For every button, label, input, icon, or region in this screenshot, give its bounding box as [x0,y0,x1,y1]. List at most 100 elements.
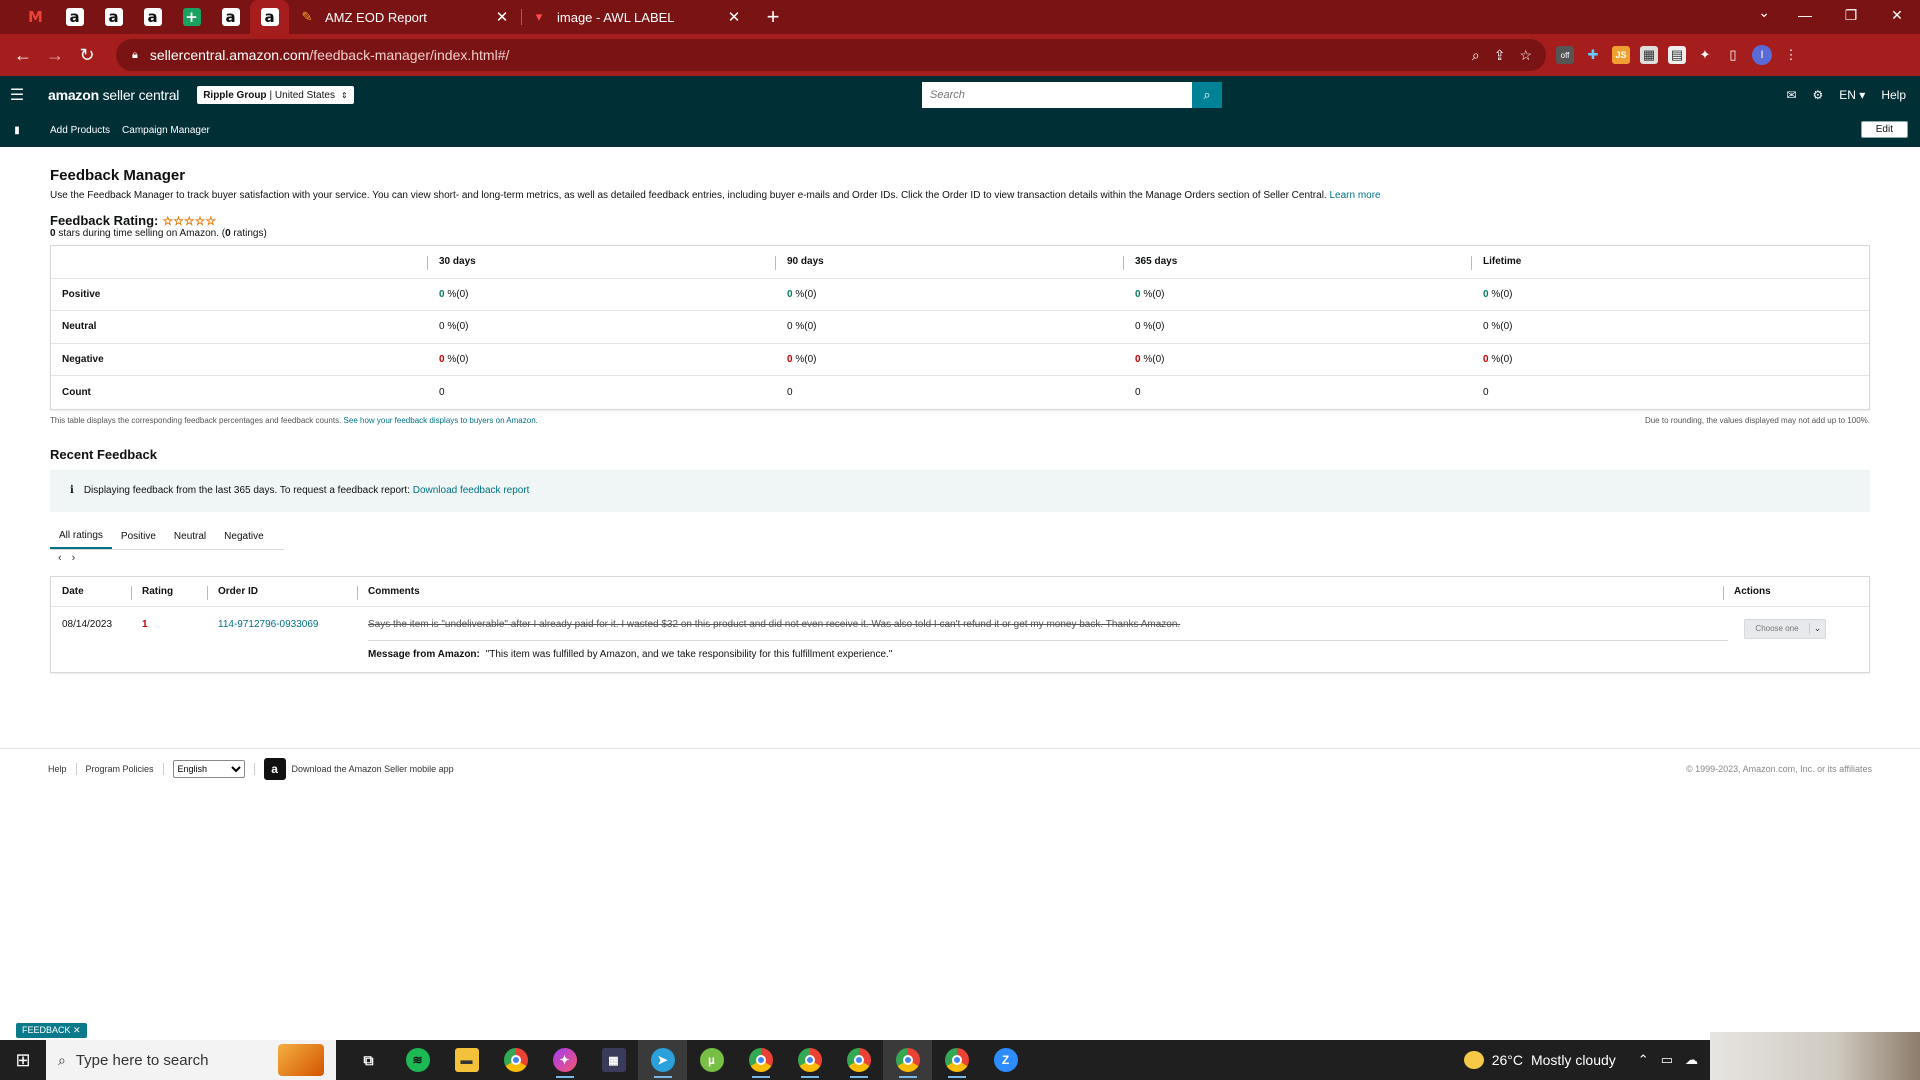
telegram-icon[interactable]: ➤ [638,1040,687,1080]
tab-amz-eod-report[interactable]: ✎ AMZ EOD Report ✕ [289,0,521,34]
order-id-link[interactable]: 114-9712796-0933069 [218,619,318,630]
summary-row-neutral: Neutral 0 %(0) 0 %(0) 0 %(0) 0 %(0) [51,311,1869,344]
extension-image-icon[interactable]: ▦ [1640,46,1658,64]
summary-cell: 0 %(0) [1483,353,1513,365]
campaign-manager-link[interactable]: Campaign Manager [122,125,210,136]
tab-all-ratings[interactable]: All ratings [50,524,112,549]
language-selector[interactable]: EN ▾ [1839,88,1865,102]
pinned-tab-amazon-4[interactable]: a [211,0,250,34]
column-header[interactable]: Date [51,586,131,597]
add-products-link[interactable]: Add Products [50,125,110,136]
extension-js-icon[interactable]: JS [1612,46,1630,64]
summary-header-row: 30 days 90 days 365 days Lifetime [51,246,1869,279]
tab-negative[interactable]: Negative [215,524,272,549]
pinned-tab-amazon-active[interactable]: a [250,0,289,34]
windows-start-icon[interactable]: ⊞ [0,1040,46,1080]
chevron-left-icon[interactable]: ‹ [58,552,62,564]
zoom-app-icon[interactable]: Z [981,1040,1030,1080]
chrome-profile-3-icon[interactable] [834,1040,883,1080]
rating-summary: 0 stars during time selling on Amazon. (… [50,228,1870,239]
edit-button[interactable]: Edit [1860,121,1908,138]
bookmark-icon[interactable]: ▮ [0,125,34,136]
seller-central-header: ☰ amazon seller central Ripple Group | U… [0,76,1920,114]
gear-icon[interactable]: ⚙ [1813,88,1824,102]
chevron-down-icon[interactable]: ⌄ [1758,4,1770,21]
footer-help-link[interactable]: Help [48,764,67,774]
forward-icon[interactable]: → [40,40,70,70]
messenger-icon[interactable]: ✦ [540,1040,589,1080]
weather-widget[interactable]: 26°C Mostly cloudy [1463,1051,1616,1069]
tab-neutral[interactable]: Neutral [165,524,215,549]
feedback-tag[interactable]: FEEDBACK ✕ [16,1023,87,1038]
chrome-profile-1-icon[interactable] [736,1040,785,1080]
pinned-tab-sheets[interactable]: + [172,0,211,34]
account-switcher[interactable]: Ripple Group | United States ⇕ [197,86,354,104]
pinned-tabs: M a a a + a a [0,0,289,34]
column-header[interactable]: Order ID [207,585,357,600]
buyer-display-link[interactable]: See how your feedback displays to buyers… [344,416,538,425]
extensions-puzzle-icon[interactable]: ✦ [1696,46,1714,64]
column-header[interactable]: Rating [131,585,207,600]
menu-icon[interactable]: ☰ [0,85,34,105]
chrome-profile-5-icon[interactable] [932,1040,981,1080]
side-panel-icon[interactable]: ▯ [1724,46,1742,64]
calculator-icon[interactable]: ▦ [589,1040,638,1080]
seller-central-logo[interactable]: amazon seller central [48,87,179,103]
download-app-link[interactable]: Download the Amazon Seller mobile app [292,764,454,774]
row-label: Count [62,386,91,398]
spotify-icon[interactable]: ≋ [393,1040,442,1080]
learn-more-link[interactable]: Learn more [1329,190,1380,201]
tab-awl-label[interactable]: ▾ image - AWL LABEL ✕ [521,0,753,34]
close-window-icon[interactable]: ✕ [1874,0,1920,30]
chevron-right-icon[interactable]: › [72,552,76,564]
zoom-icon[interactable]: ⌕ [1472,47,1480,64]
amazon-app-icon[interactable]: a [263,757,286,780]
minimize-icon[interactable]: — [1782,0,1828,30]
help-link[interactable]: Help [1881,88,1906,102]
download-report-link[interactable]: Download feedback report [413,485,530,496]
program-policies-link[interactable]: Program Policies [86,764,154,774]
chrome-profile-4-icon[interactable] [883,1040,932,1080]
pinned-tab-amazon-3[interactable]: a [133,0,172,34]
close-icon[interactable]: ✕ [493,8,511,26]
column-header: Comments [357,585,1723,600]
struck-comment: Says the item is "undeliverable" after I… [368,619,1728,641]
language-select[interactable]: English [172,759,245,778]
chrome-profile-2-icon[interactable] [785,1040,834,1080]
chevron-up-icon[interactable]: ⌃ [1638,1052,1649,1068]
chrome-icon[interactable] [491,1040,540,1080]
page-footer: Help Program Policies English a Download… [0,748,1920,788]
lock-icon[interactable]: 🔒︎ [132,49,138,62]
file-explorer-icon[interactable]: ▬ [442,1040,491,1080]
pinned-tab-amazon-1[interactable]: a [55,0,94,34]
search-input[interactable] [922,82,1192,108]
device-icon[interactable]: ▭ [1661,1052,1673,1068]
profile-avatar[interactable]: I [1752,45,1772,65]
utorrent-icon[interactable]: µ [687,1040,736,1080]
search-icon[interactable]: ⌕ [1192,82,1222,108]
restore-icon[interactable]: ❐ [1828,0,1874,30]
back-icon[interactable]: ← [8,40,38,70]
mail-icon[interactable]: ✉ [1786,88,1796,102]
address-bar[interactable]: 🔒︎ sellercentral.amazon.com/feedback-man… [116,39,1546,71]
pinned-tab-gmail[interactable]: M [16,0,55,34]
page-title: Feedback Manager [50,167,186,184]
cloud-icon[interactable]: ☁ [1685,1052,1698,1068]
summary-cell: 0 [1135,386,1141,398]
amazon-message-text: "This item was fulfilled by Amazon, and … [485,648,893,660]
bookmark-star-icon[interactable]: ☆ [1519,47,1532,64]
tab-positive[interactable]: Positive [112,524,165,549]
share-icon[interactable]: ⇪ [1494,47,1506,64]
search-icon: ⌕ [58,1051,66,1068]
close-icon[interactable]: ✕ [725,8,743,26]
new-tab-button[interactable]: + [757,4,789,30]
actions-dropdown[interactable]: Choose one ⌄ [1744,618,1826,639]
extension-doc-icon[interactable]: ▤ [1668,46,1686,64]
taskbar-search[interactable]: ⌕ Type here to search [46,1040,336,1080]
reload-icon[interactable]: ↻ [72,40,102,70]
pinned-tab-amazon-2[interactable]: a [94,0,133,34]
task-view-icon[interactable]: ⧉ [344,1040,393,1080]
extension-puzzle-blue-icon[interactable]: ✚ [1584,46,1602,64]
extension-off-icon[interactable]: off [1556,46,1574,64]
more-menu-icon[interactable]: ⋮ [1782,46,1800,64]
